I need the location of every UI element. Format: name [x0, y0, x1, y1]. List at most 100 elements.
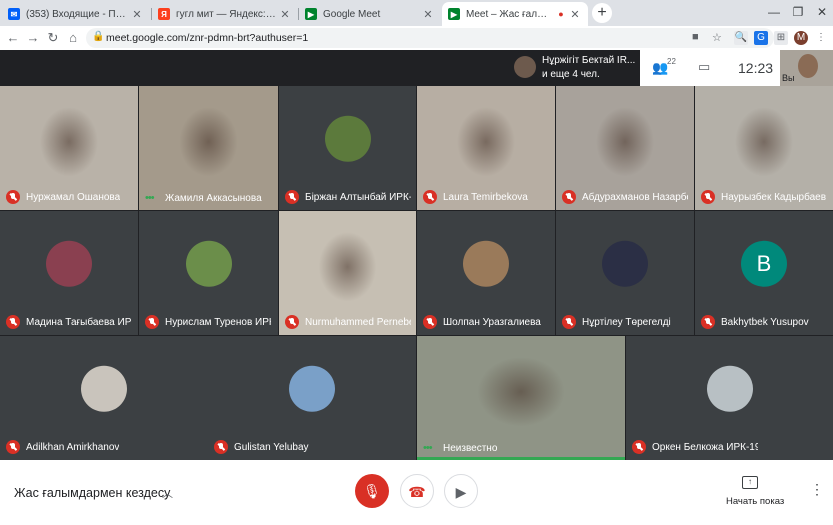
extension-icon[interactable]: ⊞: [774, 31, 788, 45]
participant-tile[interactable]: Adilkhan Amirkhanov: [0, 336, 208, 460]
participant-tile[interactable]: Нурислам Туренов ИРК 1...: [139, 211, 278, 335]
banner-others: и еще 4 чел.: [542, 69, 600, 80]
mic-off-button[interactable]: 🎙: [355, 474, 389, 508]
close-icon[interactable]: ✕: [568, 8, 582, 21]
participant-tile[interactable]: Gulistan Yelubay: [208, 336, 416, 460]
new-tab-button[interactable]: +: [592, 3, 612, 23]
chat-icon[interactable]: ▭: [698, 59, 710, 75]
close-window-button[interactable]: ✕: [808, 0, 833, 26]
participant-name: Нұртілеу Төрегелді: [582, 316, 671, 328]
hang-up-button[interactable]: ☎: [400, 474, 434, 508]
search-extension-icon[interactable]: 🔍: [734, 31, 748, 45]
participant-tile[interactable]: B Bakhytbek Yusupov: [695, 211, 833, 335]
browser-window: ✉ (353) Входящие - Почта Mail.ru ✕ Я гуг…: [0, 0, 833, 525]
banner-name: Нұржігіт Бектай IR...: [542, 55, 636, 66]
avatar: [602, 240, 648, 287]
participant-name-label: Adilkhan Amirkhanov: [6, 440, 119, 454]
participant-name: Оркен Белкожа ИРК-191: [652, 441, 758, 453]
avatar: [706, 365, 753, 412]
self-label: Вы: [782, 73, 795, 83]
mic-muted-icon: [285, 315, 299, 329]
participant-name-label: Bakhytbek Yusupov: [701, 315, 809, 329]
participant-tile[interactable]: Абдурахманов Назарбек: [556, 86, 694, 210]
mic-muted-icon: [562, 190, 576, 204]
participant-name-label: Gulistan Yelubay: [214, 440, 309, 454]
camera-icon[interactable]: ■: [692, 31, 699, 43]
meet-icon: ▶: [448, 8, 460, 20]
avatar: [289, 365, 335, 412]
participant-name-label: Оркен Белкожа ИРК-191: [632, 440, 758, 454]
tab-strip: ✉ (353) Входящие - Почта Mail.ru ✕ Я гуг…: [0, 0, 833, 26]
mic-muted-icon: [6, 440, 20, 454]
audio-level-icon: •••: [145, 192, 155, 204]
avatar: [324, 115, 371, 162]
participant-name-label: Laura Temirbekova: [423, 190, 528, 204]
participant-tile[interactable]: Біржан Алтынбай ИРК-191: [279, 86, 416, 210]
participant-name: Adilkhan Amirkhanov: [26, 441, 120, 453]
meet-icon: ▶: [305, 8, 317, 20]
more-options-icon[interactable]: ⋮: [810, 482, 824, 496]
participant-tile[interactable]: Laura Temirbekova: [417, 86, 555, 210]
participant-tile[interactable]: Мадина Тағыбаева ИРК-...: [0, 211, 138, 335]
mic-muted-icon: [423, 315, 437, 329]
participant-name-label: Мадина Тағыбаева ИРК-...: [6, 315, 132, 329]
close-icon[interactable]: ✕: [278, 8, 292, 21]
address-toolbar: ← → ↻ ⌂ 🔒 meet.google.com/znr-pdmn-brt?a…: [0, 26, 833, 50]
chevron-up-icon[interactable]: ︿: [162, 485, 173, 501]
url-text: meet.google.com/znr-pdmn-brt?authuser=1: [106, 32, 309, 44]
yandex-icon: Я: [158, 8, 170, 20]
audio-level-icon: •••: [423, 442, 433, 454]
mic-muted-icon: [701, 190, 715, 204]
participant-tile[interactable]: Нуржамал Ошанова: [0, 86, 138, 210]
extension-icon[interactable]: G: [754, 31, 768, 45]
participant-name-label: Наурызбек Кадырбаев И...: [701, 190, 827, 204]
participant-name: Жамиля Аккасынова: [165, 192, 262, 204]
participant-tile[interactable]: Наурызбек Кадырбаев И...: [695, 86, 833, 210]
forward-button[interactable]: →: [24, 29, 42, 47]
participant-name-label: ••• Жамиля Аккасынова: [145, 192, 262, 204]
participant-tile[interactable]: Оркен Белкожа ИРК-191: [626, 336, 833, 460]
mic-muted-icon: [285, 190, 299, 204]
reload-button[interactable]: ↻: [44, 29, 62, 47]
participant-name-label: Нуржамал Ошанова: [6, 190, 120, 204]
avatar: [46, 240, 92, 287]
mail-icon: ✉: [8, 8, 20, 20]
tab-google-meet[interactable]: ▶ Google Meet ✕: [299, 2, 441, 26]
menu-icon[interactable]: ⋮: [814, 31, 828, 45]
recording-icon: ●: [558, 9, 564, 19]
speaker-banner: Нұржігіт Бектай IR... и еще 4 чел.: [508, 50, 638, 86]
meet-stage: Нұржігіт Бектай IR... и еще 4 чел. 👥 22 …: [0, 50, 833, 460]
tab-yandex[interactable]: Я гугл мит — Яндекс: нашлось 4 млн ✕: [152, 2, 298, 26]
avatar: [463, 240, 509, 287]
tab-meet-active[interactable]: ▶ Meet – Жас ғалымдармен кездесу ● ✕: [442, 2, 588, 26]
meeting-title[interactable]: Жас ғалымдармен кездесу: [14, 486, 170, 500]
profile-avatar[interactable]: M: [794, 31, 808, 45]
back-button[interactable]: ←: [4, 29, 22, 47]
close-icon[interactable]: ✕: [130, 8, 144, 21]
present-button[interactable]: Начать показ: [726, 496, 784, 507]
participant-tile[interactable]: Шолпан Уразгалиева: [417, 211, 555, 335]
camera-button[interactable]: ▶: [444, 474, 478, 508]
participant-tile[interactable]: Нұртілеу Төрегелді: [556, 211, 694, 335]
bottom-bar: Жас ғалымдармен кездесу ︿ 🎙 ☎ ▶ ↑ Начать…: [0, 460, 833, 525]
mic-muted-icon: [562, 315, 576, 329]
mic-muted-icon: [423, 190, 437, 204]
bookmark-star-icon[interactable]: ☆: [712, 31, 722, 44]
participant-name: Nurmuhammed Pernebek ...: [305, 316, 411, 328]
participant-name: Неизвестно: [443, 442, 498, 454]
self-video: [798, 54, 818, 78]
self-view[interactable]: Вы: [780, 50, 833, 86]
people-icon[interactable]: 👥: [652, 60, 668, 76]
mic-muted-icon: [6, 315, 20, 329]
participant-tile[interactable]: ••• Неизвестно: [417, 336, 625, 460]
participant-tile[interactable]: ••• Жамиля Аккасынова: [139, 86, 278, 210]
address-bar[interactable]: 🔒 meet.google.com/znr-pdmn-brt?authuser=…: [86, 28, 774, 48]
home-button[interactable]: ⌂: [64, 29, 82, 47]
close-icon[interactable]: ✕: [421, 8, 435, 21]
clock: 12:23: [738, 60, 774, 76]
participant-name-label: Nurmuhammed Pernebek ...: [285, 315, 411, 329]
tab-title: гугл мит — Яндекс: нашлось 4 млн: [176, 8, 278, 20]
tab-mail[interactable]: ✉ (353) Входящие - Почта Mail.ru ✕: [2, 2, 150, 26]
present-icon[interactable]: ↑: [742, 476, 758, 489]
participant-tile[interactable]: Nurmuhammed Pernebek ...: [279, 211, 416, 335]
